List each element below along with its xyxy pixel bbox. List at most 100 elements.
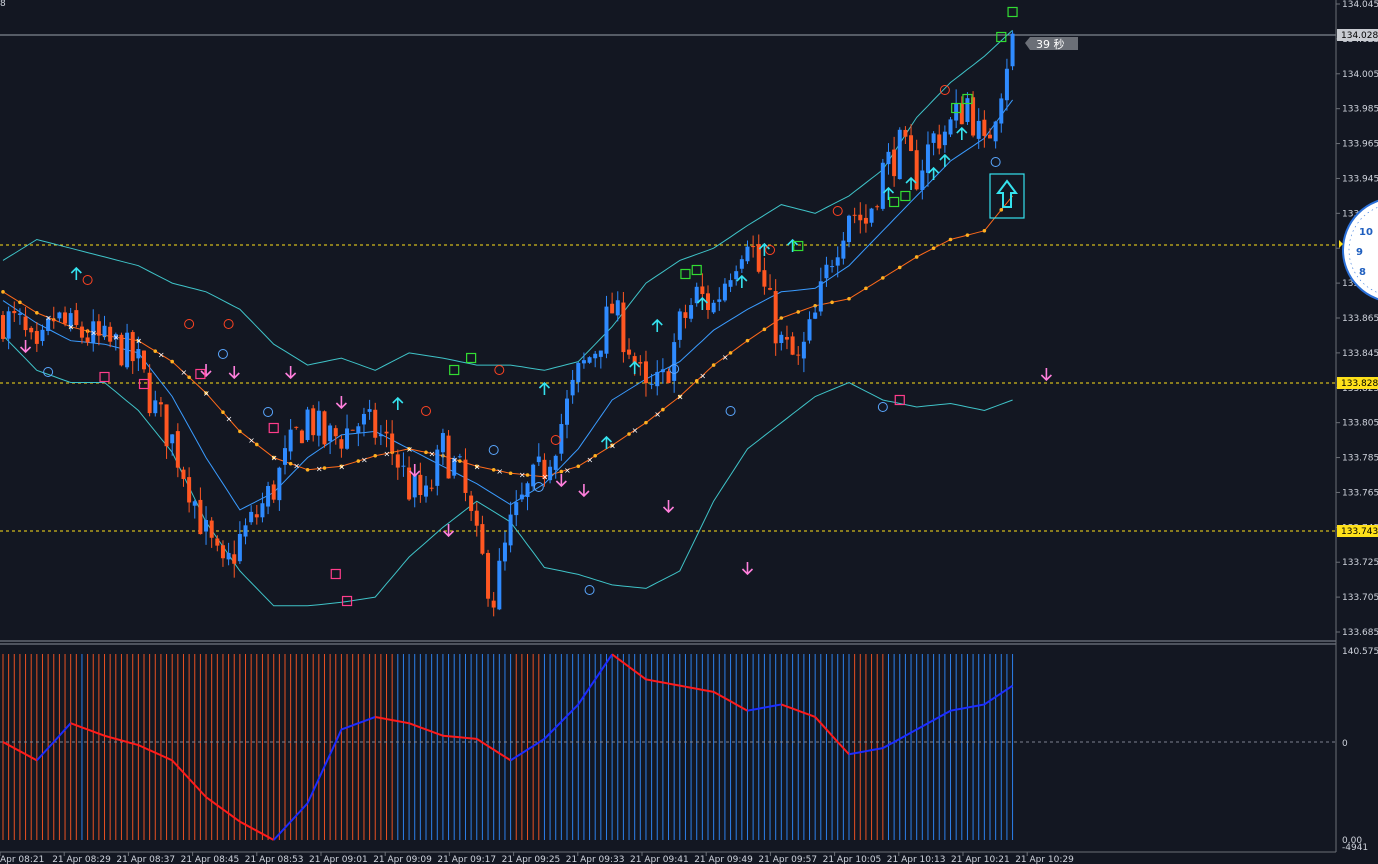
oscillator-segment <box>442 734 449 738</box>
candle-body <box>920 170 925 191</box>
candle-body <box>40 329 45 342</box>
ema-dot <box>948 237 953 242</box>
price-tick-label: 133.965 <box>1342 140 1378 150</box>
ema-dot <box>593 454 597 458</box>
candle-body <box>215 538 220 546</box>
candle-body <box>170 434 175 444</box>
candle-body <box>621 302 626 353</box>
candle-body <box>102 325 107 337</box>
price-tag-lower-text: 133.743 <box>1341 527 1378 537</box>
candle-body <box>367 409 372 412</box>
ema-dot <box>779 316 784 320</box>
candle-body <box>655 371 660 387</box>
oscillator-segment <box>380 717 387 721</box>
candle-body <box>418 474 423 496</box>
ema-dot <box>491 467 496 472</box>
candle-body <box>469 495 474 512</box>
ema-dot <box>288 461 293 466</box>
oscillator-segment <box>747 708 754 712</box>
candle-body <box>790 336 795 355</box>
candle-body <box>164 404 169 447</box>
clock-number-9: 9 <box>1356 247 1363 258</box>
trading-chart[interactable]: × × × × × × × × × × × × × × × × × × × × × × × × × × × × × × × 39 秒 134… <box>0 0 1378 864</box>
ema-dot <box>424 450 428 455</box>
candle-body <box>384 431 389 434</box>
price-tick-label: 134.005 <box>1342 70 1378 80</box>
price-tick-label: 133.685 <box>1342 628 1378 638</box>
candle-body <box>96 321 101 336</box>
ema-dot <box>644 420 648 425</box>
price-tick-label: 133.865 <box>1342 314 1378 324</box>
candle-body <box>130 332 135 362</box>
candle-body <box>694 286 699 304</box>
cross-marker: × <box>496 467 503 476</box>
candle-body <box>350 429 355 431</box>
candle-body <box>497 560 502 610</box>
candle-body <box>125 332 130 368</box>
candle-body <box>424 485 428 497</box>
candle-body <box>412 474 417 498</box>
candle-body <box>390 433 395 452</box>
ema-dot <box>1 290 5 294</box>
candle-body <box>897 129 902 180</box>
ema-dot <box>694 379 699 383</box>
candle-body <box>119 334 124 366</box>
candle-body <box>294 426 299 428</box>
oscillator-segment <box>471 737 477 740</box>
time-tick-label: 21 Apr 09:57 <box>758 855 817 864</box>
cross-marker: × <box>699 372 706 381</box>
price-tick-label: 134.045 <box>1342 0 1378 10</box>
price-tag-current-text: 134.028 <box>1341 31 1378 41</box>
cross-marker: × <box>293 462 300 471</box>
time-tick-label: 21 Apr 08:29 <box>52 855 111 864</box>
time-tick-label: 21 Apr 08:53 <box>245 855 304 864</box>
candle-body <box>818 281 823 312</box>
ema-dot <box>711 363 716 367</box>
ema-dot <box>999 208 1004 212</box>
candle-body <box>903 129 908 137</box>
cross-marker: × <box>248 436 255 445</box>
oscillator-axis-zero: 0 <box>1342 739 1348 749</box>
price-tag-middle: 133.828 <box>1337 377 1378 389</box>
oscillator-axis-top: 140.5754 <box>1342 647 1378 657</box>
ema-dot <box>982 228 987 233</box>
candle-body <box>801 341 806 359</box>
candle-body <box>593 353 598 359</box>
candle-body <box>976 120 981 139</box>
candle-body <box>711 302 716 313</box>
candle-body <box>638 362 643 364</box>
candle-body <box>373 409 378 438</box>
candle-body <box>824 264 829 279</box>
oscillator-segment <box>459 736 466 739</box>
ema-dot <box>238 429 242 434</box>
candle-body <box>982 119 987 136</box>
candle-body <box>249 511 254 523</box>
cross-marker: × <box>90 329 97 338</box>
price-tick-label: 133.805 <box>1342 419 1378 429</box>
candle-body <box>604 306 609 354</box>
candle-body <box>768 288 773 290</box>
cross-marker: × <box>677 393 684 402</box>
candle-body <box>283 448 287 465</box>
candle-body <box>689 305 694 319</box>
candle-body <box>830 266 835 268</box>
candle-body <box>209 520 214 538</box>
cross-marker: × <box>68 323 75 332</box>
price-tick-label: 133.845 <box>1342 349 1378 359</box>
candle-body <box>305 409 310 441</box>
oscillator-segment <box>657 680 664 684</box>
candle-body <box>700 286 705 295</box>
cross-marker: × <box>338 462 345 471</box>
oscillator-segment <box>972 704 979 708</box>
cross-marker: × <box>316 465 323 474</box>
candle-body <box>311 408 316 436</box>
ema-dot <box>35 310 39 315</box>
time-tick-label: 21 Apr 09:09 <box>373 855 432 864</box>
candle-body <box>85 337 90 343</box>
candle-body <box>937 134 942 149</box>
candle-body <box>486 552 491 599</box>
time-tick-label: 21 Apr 09:01 <box>309 855 368 864</box>
candle-body <box>192 501 197 506</box>
oscillator-segment <box>465 736 472 740</box>
time-tick-label: 21 Apr 08:37 <box>116 855 175 864</box>
